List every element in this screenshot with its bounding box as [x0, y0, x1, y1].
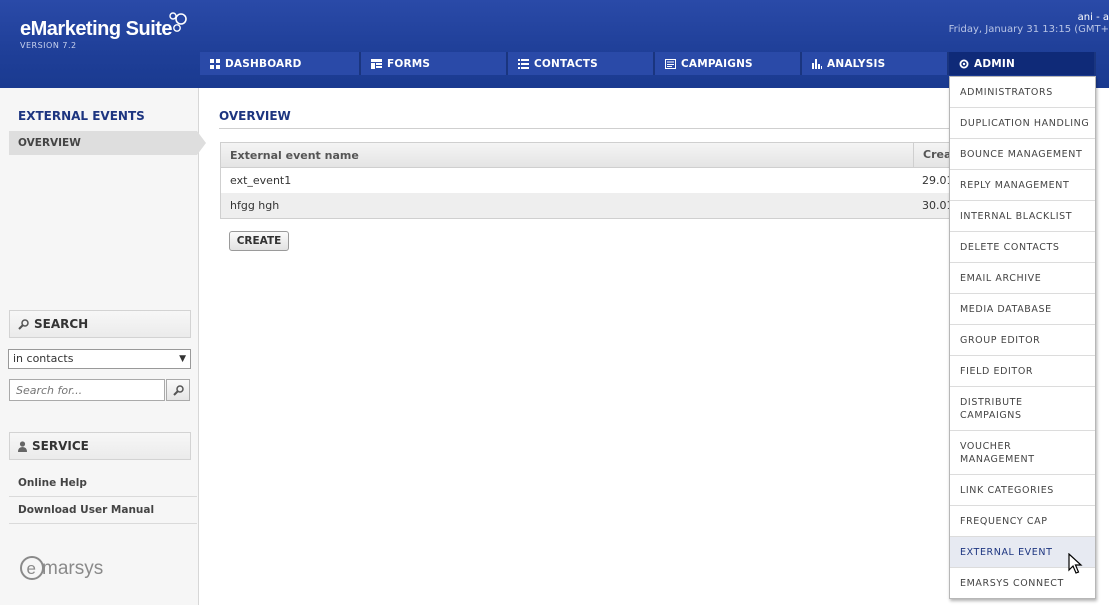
contacts-list-icon: [518, 58, 529, 69]
dropdown-arrow-icon: ▼: [179, 354, 186, 364]
menu-item-email-archive[interactable]: EMAIL ARCHIVE: [950, 263, 1095, 294]
nav-contacts[interactable]: CONTACTS: [508, 52, 655, 75]
sidebar-title: EXTERNAL EVENTS: [18, 109, 145, 123]
gear-icon: [959, 59, 969, 69]
sidebar-item-overview[interactable]: OVERVIEW: [9, 131, 206, 155]
nav-campaigns[interactable]: CAMPAIGNS: [655, 52, 802, 75]
nav-dashboard-label: DASHBOARD: [225, 57, 302, 70]
search-button[interactable]: [166, 379, 190, 401]
nav-admin[interactable]: ADMIN: [949, 52, 1096, 75]
version-label: VERSION 7.2: [20, 41, 77, 50]
menu-item-bounce-management[interactable]: BOUNCE MANAGEMENT: [950, 139, 1095, 170]
divider: [9, 496, 197, 497]
event-name-cell[interactable]: ext_event1: [230, 174, 291, 187]
page-title: OVERVIEW: [219, 109, 291, 123]
menu-item-administrators[interactable]: ADMINISTRATORS: [950, 77, 1095, 108]
nav-forms-label: FORMS: [387, 57, 431, 70]
main-nav: DASHBOARD FORMS CONTACTS CAMPAIGNS ANALY…: [200, 52, 1109, 75]
search-icon: [18, 313, 29, 339]
search-scope-value: in contacts: [13, 352, 74, 365]
external-events-table: External event name Crea ext_event1 29.0…: [220, 142, 960, 219]
menu-item-media-database[interactable]: MEDIA DATABASE: [950, 294, 1095, 325]
search-panel-heading: SEARCH: [9, 310, 191, 338]
menu-item-distribute-campaigns[interactable]: DISTRIBUTE CAMPAIGNS: [950, 387, 1095, 431]
user-info: ani - a Friday, January 31 13:15 (GMT+: [949, 12, 1109, 35]
app-header: eMarketing Suite VERSION 7.2 ani - a Fri…: [0, 0, 1109, 88]
emarsys-logo: e marsys: [20, 556, 103, 580]
nav-analysis-label: ANALYSIS: [827, 57, 886, 70]
menu-item-reply-management[interactable]: REPLY MANAGEMENT: [950, 170, 1095, 201]
menu-item-field-editor[interactable]: FIELD EDITOR: [950, 356, 1095, 387]
online-help-link[interactable]: Online Help: [18, 477, 87, 489]
logo-bubbles-icon: [169, 12, 187, 32]
search-input[interactable]: [9, 379, 165, 401]
user-name[interactable]: ani - a: [949, 12, 1109, 23]
current-datetime: Friday, January 31 13:15 (GMT+: [948, 24, 1109, 35]
search-heading-label: SEARCH: [34, 317, 89, 331]
mouse-cursor-icon: [1068, 553, 1083, 574]
table-row[interactable]: ext_event1 29.01: [221, 168, 959, 193]
admin-dropdown-menu: ADMINISTRATORS DUPLICATION HANDLING BOUN…: [949, 76, 1096, 599]
event-created-cell: 30.01: [922, 199, 952, 212]
service-panel-heading: SERVICE: [9, 432, 191, 460]
table-row[interactable]: hfgg hgh 30.01: [221, 193, 959, 218]
app-logo[interactable]: eMarketing Suite: [20, 18, 173, 41]
title-rule: [219, 128, 959, 129]
download-manual-link[interactable]: Download User Manual: [18, 504, 154, 516]
event-created-cell: 29.01: [922, 174, 952, 187]
menu-item-frequency-cap[interactable]: FREQUENCY CAP: [950, 506, 1095, 537]
dashboard-grid-icon: [210, 58, 220, 69]
table-header: External event name Crea: [221, 143, 959, 168]
nav-contacts-label: CONTACTS: [534, 57, 598, 70]
menu-item-group-editor[interactable]: GROUP EDITOR: [950, 325, 1095, 356]
forms-icon: [371, 58, 382, 69]
menu-item-link-categories[interactable]: LINK CATEGORIES: [950, 475, 1095, 506]
search-icon: [172, 384, 184, 396]
user-icon: [18, 435, 27, 461]
column-header-name[interactable]: External event name: [230, 149, 359, 162]
nav-admin-label: ADMIN: [974, 57, 1015, 70]
nav-campaigns-label: CAMPAIGNS: [681, 57, 753, 70]
event-name-cell[interactable]: hfgg hgh: [230, 199, 279, 212]
brand-text: marsys: [42, 558, 103, 579]
menu-item-duplication-handling[interactable]: DUPLICATION HANDLING: [950, 108, 1095, 139]
left-sidebar: EXTERNAL EVENTS OVERVIEW SEARCH in conta…: [0, 88, 206, 605]
campaigns-icon: [665, 58, 676, 69]
service-heading-label: SERVICE: [32, 439, 89, 453]
nav-forms[interactable]: FORMS: [361, 52, 508, 75]
nav-analysis[interactable]: ANALYSIS: [802, 52, 949, 75]
divider: [9, 523, 197, 524]
bar-chart-icon: [812, 58, 822, 69]
menu-item-internal-blacklist[interactable]: INTERNAL BLACKLIST: [950, 201, 1095, 232]
menu-item-delete-contacts[interactable]: DELETE CONTACTS: [950, 232, 1095, 263]
nav-dashboard[interactable]: DASHBOARD: [200, 52, 361, 75]
menu-item-voucher-management[interactable]: VOUCHER MANAGEMENT: [950, 431, 1095, 475]
create-button[interactable]: CREATE: [229, 231, 289, 251]
search-scope-select[interactable]: in contacts ▼: [8, 349, 191, 369]
brand-initial: e: [27, 559, 36, 578]
